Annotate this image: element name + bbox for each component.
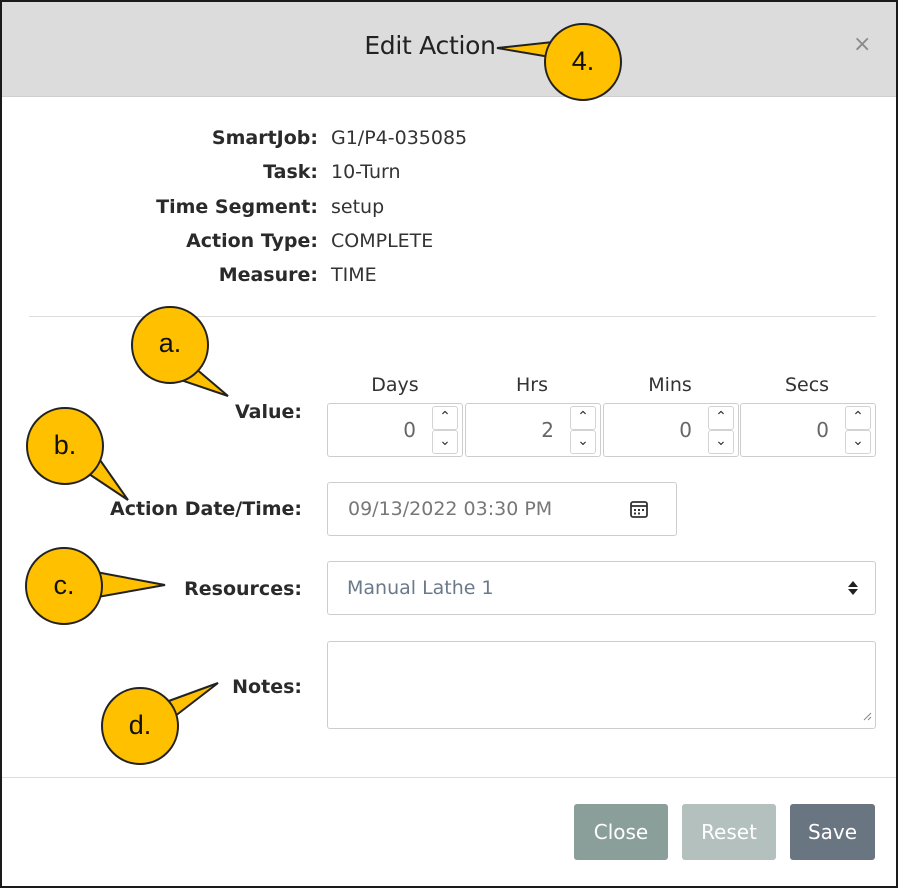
callout-label-b: b. bbox=[53, 430, 77, 460]
callout-label-4: 4. bbox=[571, 46, 595, 76]
callout-label-d: d. bbox=[128, 710, 152, 740]
callout-overlay bbox=[25, 23, 622, 765]
callout-label-a: a. bbox=[158, 328, 182, 358]
callout-label-c: c. bbox=[53, 570, 75, 600]
